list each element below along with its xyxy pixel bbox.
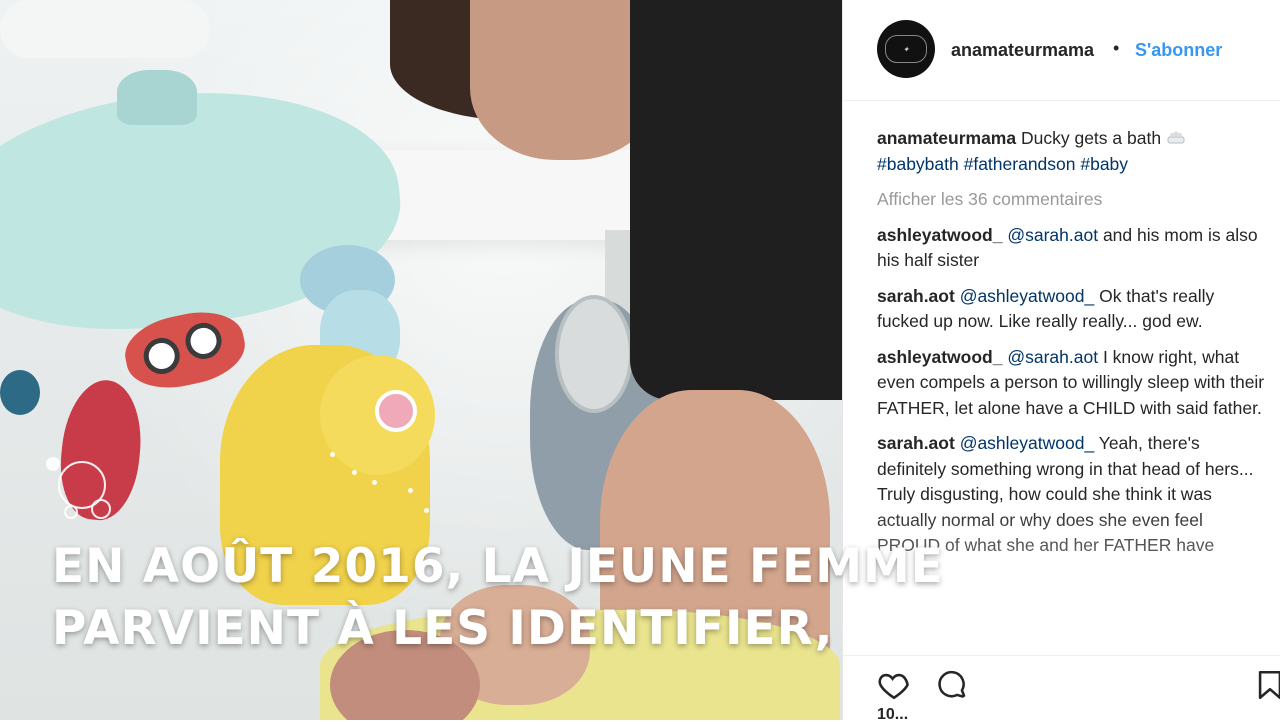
avatar-logo: ✦ (885, 35, 927, 63)
bathtub-icon (1167, 131, 1185, 144)
video-caption: EN AOÛT 2016, LA JEUNE FEMME PARVIENT À … (52, 536, 1232, 660)
caption-line-1: EN AOÛT 2016, LA JEUNE FEMME (52, 539, 944, 594)
owl-eye (140, 334, 184, 378)
view-all-comments-link[interactable]: Afficher les 36 commentaires (877, 187, 1267, 213)
post-actions-bar (843, 655, 1280, 721)
giraffe-eye (375, 390, 417, 432)
comment-username[interactable]: sarah.aot (877, 433, 955, 453)
comment-item: ashleyatwood_ @sarah.aot I know right, w… (877, 345, 1267, 422)
man-shirt (630, 0, 842, 400)
comment-bubble-icon[interactable] (935, 668, 969, 702)
sparkle (408, 488, 413, 493)
comment-item: ashleyatwood_ @sarah.aot and his mom is … (877, 223, 1267, 274)
comment-username[interactable]: ashleyatwood_ (877, 225, 1002, 245)
baby-mobile-arm (0, 0, 210, 58)
bookmark-icon[interactable] (1253, 668, 1280, 702)
owl-eye (182, 319, 225, 363)
sparkle (424, 508, 429, 513)
description-username[interactable]: anamateurmama (877, 128, 1016, 148)
avatar[interactable]: ✦ (877, 20, 935, 78)
comment-mention[interactable]: @ashleyatwood_ (960, 433, 1095, 453)
comment-mention[interactable]: @sarah.aot (1007, 225, 1098, 245)
mobile-drop-toy (0, 370, 40, 415)
follow-button[interactable]: S'abonner (1135, 40, 1222, 61)
comment-item: sarah.aot @ashleyatwood_ Ok that's reall… (877, 284, 1267, 335)
elephant-ear (555, 295, 633, 413)
baby-mobile-knob (117, 70, 197, 125)
caption-line-2: PARVIENT À LES IDENTIFIER, (52, 601, 834, 656)
sparkle (372, 480, 377, 485)
post-description: anamateurmama Ducky gets a bath #babybat… (877, 126, 1267, 177)
sparkle (352, 470, 357, 475)
post-header: ✦ anamateurmama • S'abonner (843, 0, 1280, 101)
separator-dot: • (1113, 38, 1120, 58)
comments-list: anamateurmama Ducky gets a bath #babybat… (877, 126, 1267, 573)
hashtags[interactable]: #babybath #fatherandson #baby (877, 154, 1128, 174)
sparkle (330, 452, 335, 457)
description-text: Ducky gets a bath (1020, 128, 1162, 148)
comment-mention[interactable]: @ashleyatwood_ (960, 286, 1095, 306)
comment-username[interactable]: sarah.aot (877, 286, 955, 306)
comment-username[interactable]: ashleyatwood_ (877, 347, 1002, 367)
post-username[interactable]: anamateurmama (951, 40, 1094, 61)
comment-mention[interactable]: @sarah.aot (1007, 347, 1098, 367)
likes-count[interactable]: 10... (877, 706, 908, 724)
heart-icon[interactable] (877, 668, 911, 702)
